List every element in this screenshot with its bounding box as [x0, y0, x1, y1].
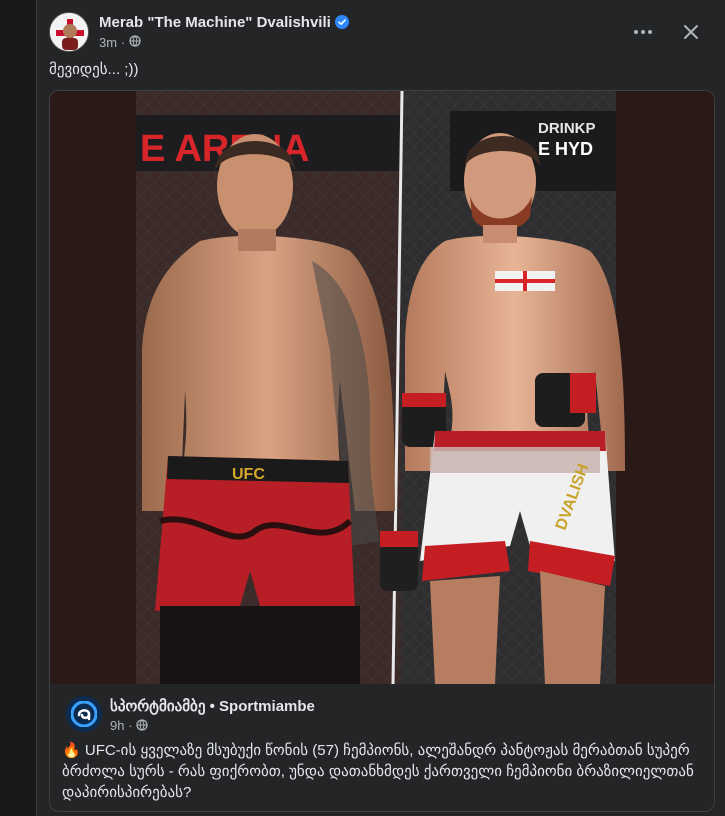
post-meta: 3m · [99, 34, 141, 50]
post-header: Merab "The Machine" Dvalishvili 3m · [49, 12, 709, 52]
avatar-image [50, 13, 88, 51]
shared-post-text: 🔥 UFC-ის ყველაზე მსუბუქი წონის (57) ჩემპ… [62, 740, 702, 803]
shared-post-footer: სპორტმიამბე • Sportmiambe 9h · 🔥 UFC-ის … [50, 684, 714, 811]
author-avatar[interactable] [49, 12, 89, 52]
right-banner-top: DRINKP [538, 120, 596, 137]
author-name[interactable]: Merab "The Machine" Dvalishvili [99, 14, 349, 31]
shared-photo[interactable]: E ARENA DRINKP E HYD UFC DVALISH [50, 91, 714, 685]
post-card: Merab "The Machine" Dvalishvili 3m · მევ… [36, 0, 725, 816]
shared-post-meta: 9h · [110, 718, 148, 733]
more-button[interactable] [627, 18, 659, 46]
globe-icon [129, 35, 141, 47]
page-logo[interactable] [66, 696, 102, 732]
shared-post-body: UFC-ის ყველაზე მსუბუქი წონის (57) ჩემპიო… [62, 742, 694, 801]
sportmiambe-logo-icon [71, 701, 97, 727]
page-name[interactable]: სპორტმიამბე • Sportmiambe [110, 697, 315, 715]
meta-separator: · [128, 718, 133, 733]
left-shorts-text: UFC [232, 466, 265, 483]
globe-icon [136, 719, 148, 731]
fire-emoji: 🔥 [62, 742, 81, 759]
right-banner-bottom: E HYD [538, 139, 593, 159]
close-icon [684, 25, 698, 39]
author-name-text[interactable]: Merab "The Machine" Dvalishvili [99, 14, 331, 31]
post-time[interactable]: 3m [99, 35, 117, 50]
shared-post[interactable]: E ARENA DRINKP E HYD UFC DVALISH სპორტმი… [49, 90, 715, 812]
more-icon [634, 30, 652, 34]
close-button[interactable] [675, 18, 707, 46]
shared-post-time[interactable]: 9h [110, 718, 124, 733]
fighters-image: E ARENA DRINKP E HYD UFC DVALISH [50, 91, 714, 685]
post-caption: მევიდეს... ;)) [49, 61, 139, 78]
verified-badge-icon [334, 15, 349, 29]
meta-separator: · [120, 35, 126, 51]
